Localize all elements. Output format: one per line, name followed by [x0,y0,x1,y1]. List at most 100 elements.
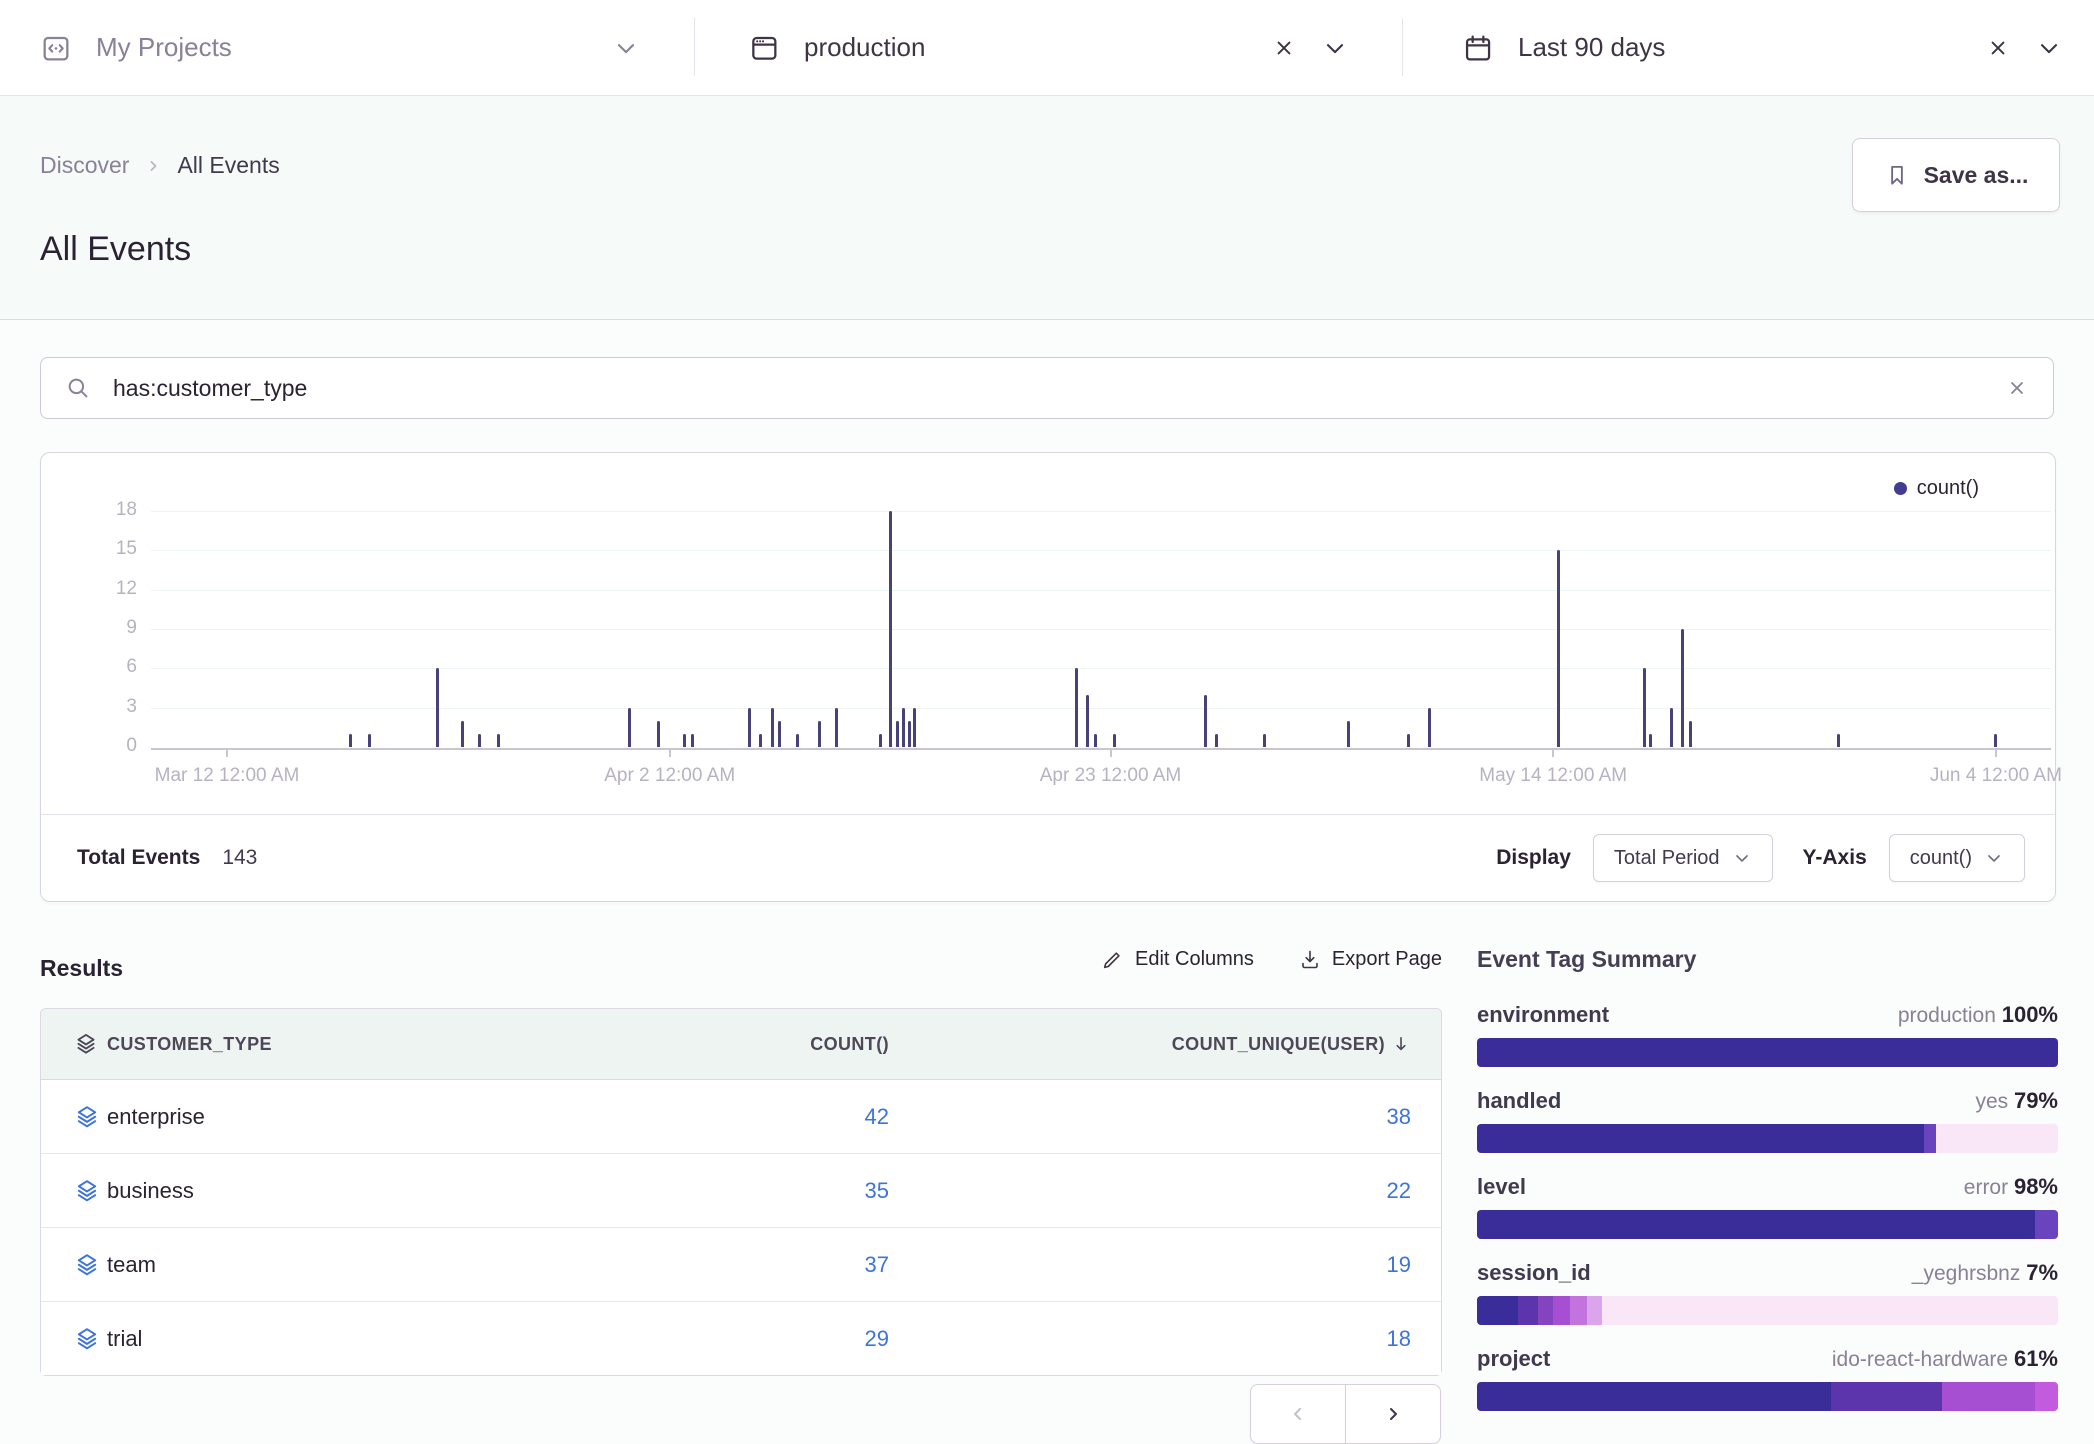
cell-count[interactable]: 29 [601,1326,921,1352]
chart-bar [1681,629,1684,747]
tag-bar-segment[interactable] [1477,1382,1831,1411]
chevron-left-icon [1286,1402,1310,1426]
tag-top-value: _yeghrsbnz 7% [1912,1260,2058,1286]
y-axis-tick-label: 15 [71,538,137,560]
stack-icon [73,1325,101,1353]
project-filter[interactable]: My Projects [40,0,640,95]
top-filter-bar: My Projects production Last 90 days [0,0,2094,96]
tag-top-value: ido-react-hardware 61% [1832,1346,2058,1372]
chart-bar [796,734,799,747]
chart-bar [497,734,500,747]
breadcrumb-discover-link[interactable]: Discover [40,152,129,179]
environment-filter[interactable]: production [748,0,1349,95]
chart-footer: Total Events 143 Display Total Period Y-… [41,815,2055,901]
tag-bar-segment[interactable] [1477,1124,1924,1153]
chevron-right-icon [1381,1402,1405,1426]
tag-bar-segment[interactable] [1477,1210,2035,1239]
tag-bar-segment[interactable] [1477,1296,1518,1325]
display-select[interactable]: Total Period [1593,834,1773,882]
tag-name: handled [1477,1088,1561,1114]
tag-summary-row: levelerror 98% [1477,1174,2058,1239]
cell-count-unique[interactable]: 19 [921,1252,1441,1278]
gridline [151,550,2051,551]
tag-summary-row: projectido-react-hardware 61% [1477,1346,2058,1411]
search-input[interactable] [111,374,1985,403]
tag-bar[interactable] [1477,1124,2058,1153]
chart-bar [691,734,694,747]
chart-bar [896,721,899,747]
chart-bar [1263,734,1266,747]
chart-bar [628,708,631,747]
stack-icon-header-cell [41,1031,107,1057]
chart-bar [1407,734,1410,747]
cell-count[interactable]: 37 [601,1252,921,1278]
tag-bar-segment[interactable] [1924,1124,1936,1153]
tag-bar-segment[interactable] [1587,1296,1602,1325]
cell-count-unique[interactable]: 22 [921,1178,1441,1204]
date-range-filter[interactable]: Last 90 days [1462,0,2063,95]
table-header-row: CUSTOMER_TYPE COUNT() COUNT_UNIQUE(USER) [41,1009,1441,1080]
previous-page-button[interactable] [1250,1384,1346,1444]
topbar-divider [694,18,695,76]
y-axis-select[interactable]: count() [1889,834,2025,882]
display-select-value: Total Period [1614,847,1720,870]
edit-columns-button[interactable]: Edit Columns [1101,947,1254,971]
tag-bar-segment[interactable] [1477,1038,2058,1067]
clear-environment-icon[interactable] [1271,35,1297,61]
tag-bar-segment[interactable] [1538,1296,1553,1325]
tag-label-row: projectido-react-hardware 61% [1477,1346,2058,1379]
chart-bar [1204,695,1207,747]
chevron-right-icon [143,156,163,176]
tag-bar[interactable] [1477,1210,2058,1239]
y-axis-tick-label: 6 [71,656,137,678]
x-axis-tick-label: Apr 23 12:00 AM [981,765,1241,787]
tag-label-row: handledyes 79% [1477,1088,2058,1121]
stack-icon [73,1177,101,1205]
tag-bar[interactable] [1477,1296,2058,1325]
tag-summary-row: environmentproduction 100% [1477,1002,2058,1067]
chart-bar [902,708,905,747]
save-as-button[interactable]: Save as... [1852,138,2060,212]
column-header-customer-type[interactable]: CUSTOMER_TYPE [107,1034,601,1055]
chart-legend[interactable]: count() [1894,477,1979,500]
cell-count-unique[interactable]: 18 [921,1326,1441,1352]
tag-bar[interactable] [1477,1038,2058,1067]
column-header-count[interactable]: COUNT() [601,1034,921,1055]
date-range-filter-label: Last 90 days [1518,32,1665,63]
chevron-down-icon[interactable] [612,34,640,62]
tag-bar-segment[interactable] [1553,1296,1570,1325]
y-axis-select-value: count() [1910,847,1972,870]
tag-bar-segment[interactable] [1570,1296,1587,1325]
export-page-button[interactable]: Export Page [1298,947,1442,971]
topbar-divider [1402,18,1403,76]
stack-icon [73,1031,99,1057]
legend-dot-icon [1894,482,1907,495]
gridline [151,511,2051,512]
clear-date-range-icon[interactable] [1985,35,2011,61]
cell-count-unique[interactable]: 38 [921,1104,1441,1130]
table-row: trial2918 [41,1302,1441,1375]
tag-bar-segment[interactable] [1518,1296,1538,1325]
breadcrumb: Discover All Events [40,152,280,179]
chevron-down-icon[interactable] [2035,34,2063,62]
tag-bar[interactable] [1477,1382,2058,1411]
x-axis-tick-label: Apr 2 12:00 AM [540,765,800,787]
chart-bar [835,708,838,747]
cell-count[interactable]: 35 [601,1178,921,1204]
calendar-icon [1462,32,1494,64]
chevron-down-icon[interactable] [1321,34,1349,62]
chart-bar [771,708,774,747]
tag-bar-segment[interactable] [2035,1210,2058,1239]
projects-icon [40,32,72,64]
tag-bar-segment[interactable] [2035,1382,2058,1411]
tag-summary-list: environmentproduction 100% handledyes 79%… [1477,1002,2058,1411]
cell-count[interactable]: 42 [601,1104,921,1130]
clear-search-icon[interactable] [2005,376,2029,400]
tag-top-value: production 100% [1898,1002,2058,1028]
tag-bar-segment[interactable] [1942,1382,2035,1411]
tag-summary-heading: Event Tag Summary [1477,946,2058,1002]
column-header-count-unique[interactable]: COUNT_UNIQUE(USER) [921,1034,1441,1055]
next-page-button[interactable] [1345,1384,1441,1444]
tag-bar-segment[interactable] [1831,1382,1941,1411]
breadcrumb-current: All Events [177,152,279,179]
